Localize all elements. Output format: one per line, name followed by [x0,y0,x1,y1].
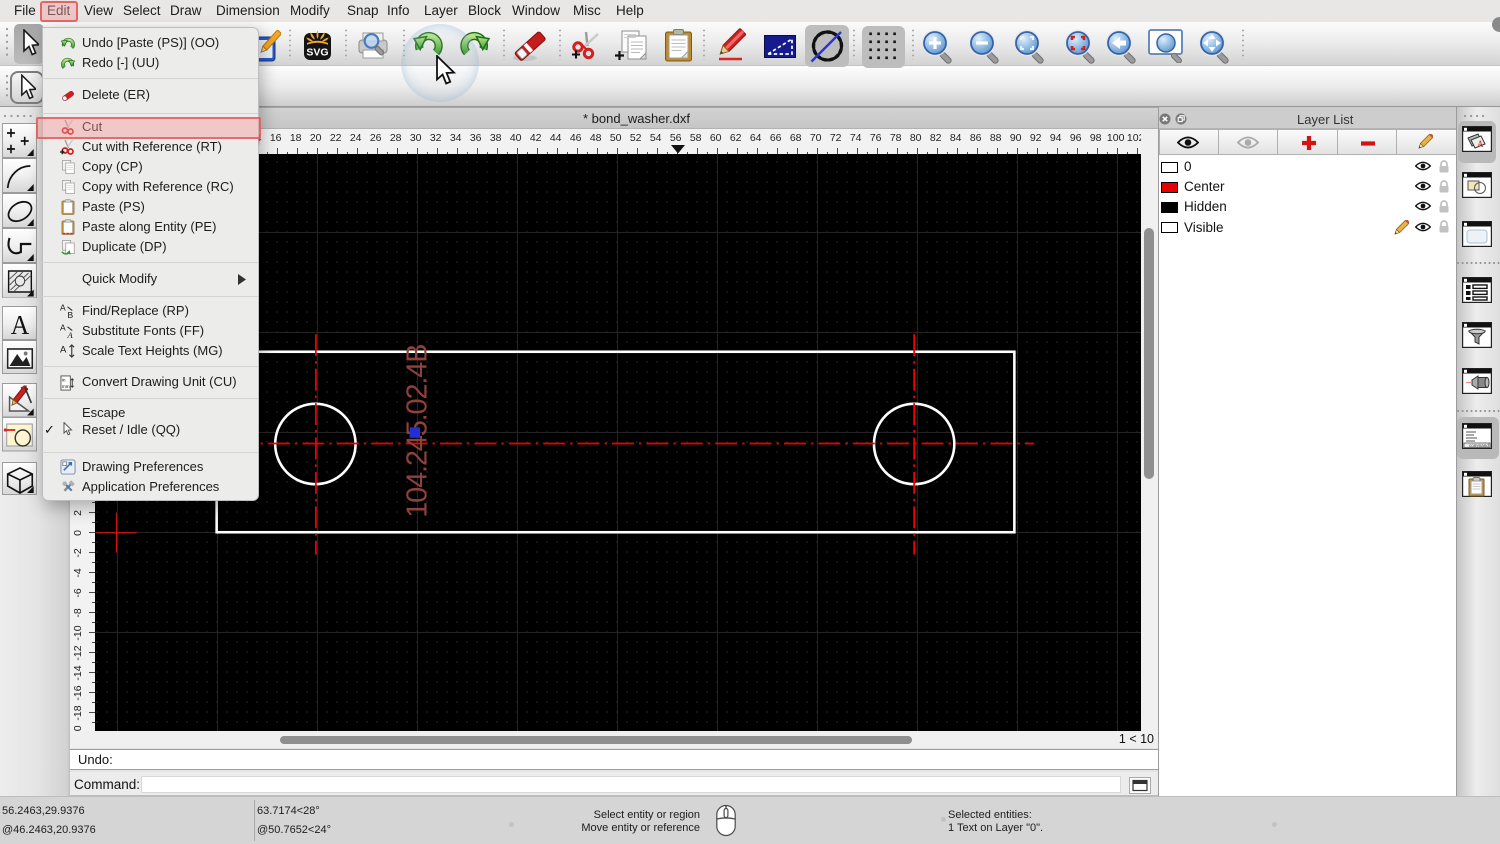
svg-text:A: A [60,323,66,333]
svg-text:A: A [60,343,67,354]
svg-text:A: A [67,330,74,339]
svg-text:B: B [68,310,74,319]
svg-text:SVG: SVG [306,47,328,59]
svg-text:in: in [62,377,66,382]
svg-text:A: A [10,310,28,340]
svg-text:command: command [1469,443,1489,448]
svg-text:mm: mm [62,384,70,389]
svg-text:A: A [60,303,66,313]
svg-text:A: A [1477,139,1484,149]
